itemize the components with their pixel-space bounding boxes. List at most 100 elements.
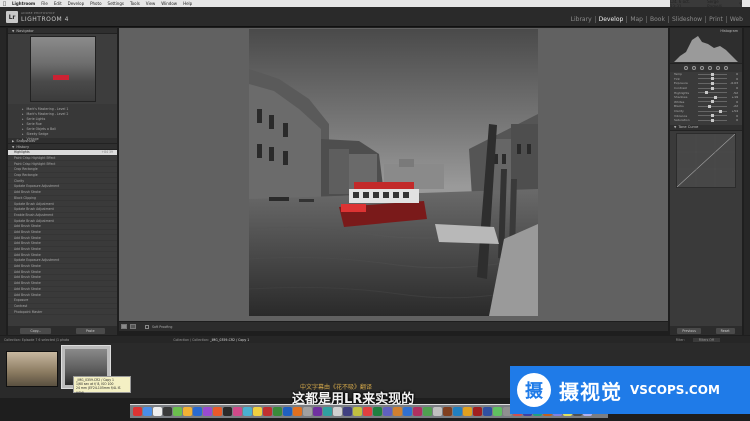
- slider-value[interactable]: 0: [729, 77, 738, 81]
- slider-track[interactable]: [698, 86, 727, 90]
- module-slideshow[interactable]: Slideshow: [667, 16, 705, 23]
- dock-app-icon[interactable]: [373, 407, 382, 416]
- tone-curve-header[interactable]: ▼ Tone Curve: [670, 124, 742, 131]
- menu-app[interactable]: Lightroom: [12, 1, 35, 6]
- copy-button[interactable]: Copy...: [20, 327, 52, 334]
- red-eye-icon[interactable]: [700, 66, 704, 70]
- slider-track[interactable]: [698, 77, 727, 81]
- slider-value[interactable]: -52: [729, 91, 738, 95]
- right-panel-toggle[interactable]: [744, 28, 750, 335]
- dock-app-icon[interactable]: [203, 407, 212, 416]
- slider-knob[interactable]: [711, 86, 714, 90]
- slider-knob[interactable]: [713, 95, 717, 99]
- previous-button[interactable]: Previous: [677, 327, 701, 334]
- slider-value[interactable]: +54: [729, 109, 738, 113]
- histogram[interactable]: Histogram: [670, 28, 742, 64]
- module-web[interactable]: Web: [725, 16, 746, 23]
- dock-app-icon[interactable]: [323, 407, 332, 416]
- dock-app-icon[interactable]: [193, 407, 202, 416]
- filmstrip-thumb-1[interactable]: [6, 351, 58, 387]
- menu-settings[interactable]: Settings: [108, 1, 124, 6]
- spot-removal-icon[interactable]: [692, 66, 696, 70]
- before-after-icon[interactable]: [130, 324, 136, 329]
- slider-value[interactable]: -0.03: [729, 81, 738, 85]
- dock-app-icon[interactable]: [353, 407, 362, 416]
- menu-file[interactable]: File: [41, 1, 48, 6]
- filmstrip-breadcrumb[interactable]: Collection / Collection: _IMG_0359-CR2 /…: [173, 338, 249, 342]
- slider-track[interactable]: [698, 118, 727, 122]
- menu-window[interactable]: Window: [161, 1, 177, 6]
- dock-app-icon[interactable]: [363, 407, 372, 416]
- dock-app-icon[interactable]: [313, 407, 322, 416]
- dock-app-icon[interactable]: [273, 407, 282, 416]
- dock-app-icon[interactable]: [383, 407, 392, 416]
- slider-track[interactable]: [698, 100, 727, 104]
- loupe-view-icon[interactable]: [121, 324, 127, 329]
- graduated-filter-icon[interactable]: [708, 66, 712, 70]
- crop-tool-icon[interactable]: [684, 66, 688, 70]
- image-canvas[interactable]: [119, 28, 668, 321]
- slider-track[interactable]: [698, 72, 727, 76]
- dock-app-icon[interactable]: [143, 407, 152, 416]
- slider-value[interactable]: 0: [729, 86, 738, 90]
- slider-knob[interactable]: [719, 109, 723, 113]
- slider-track[interactable]: [698, 91, 727, 95]
- module-library[interactable]: Library: [568, 16, 595, 23]
- slider-knob[interactable]: [708, 104, 712, 108]
- slider-value[interactable]: 0: [729, 100, 738, 104]
- dock-app-icon[interactable]: [263, 407, 272, 416]
- menu-view[interactable]: View: [146, 1, 156, 6]
- slider-knob[interactable]: [711, 114, 714, 118]
- dock-app-icon[interactable]: [403, 407, 412, 416]
- slider-knob[interactable]: [705, 91, 709, 95]
- dock-app-icon[interactable]: [433, 407, 442, 416]
- venice-photo[interactable]: [249, 29, 538, 316]
- dock-app-icon[interactable]: [133, 407, 142, 416]
- dock-app-icon[interactable]: [423, 407, 432, 416]
- dock-app-icon[interactable]: [343, 407, 352, 416]
- radial-filter-icon[interactable]: [716, 66, 720, 70]
- dock-app-icon[interactable]: [453, 407, 462, 416]
- left-panel-toggle[interactable]: [0, 28, 6, 335]
- dock-app-icon[interactable]: [253, 407, 262, 416]
- dock-app-icon[interactable]: [473, 407, 482, 416]
- filter-select[interactable]: Filters Off: [692, 337, 720, 342]
- module-map[interactable]: Map: [626, 16, 646, 23]
- dock-app-icon[interactable]: [493, 407, 502, 416]
- reset-button[interactable]: Reset: [715, 327, 735, 334]
- soft-proofing-checkbox[interactable]: [145, 324, 149, 329]
- dock-app-icon[interactable]: [173, 407, 182, 416]
- slider-value[interactable]: -22: [729, 104, 738, 108]
- menu-tools[interactable]: Tools: [130, 1, 140, 6]
- slider-knob[interactable]: [711, 81, 714, 85]
- navigator-preview[interactable]: [8, 34, 117, 104]
- slider-knob[interactable]: [711, 118, 714, 122]
- menu-photo[interactable]: Photo: [90, 1, 101, 6]
- dock-app-icon[interactable]: [243, 407, 252, 416]
- slider-track[interactable]: [698, 81, 727, 85]
- history-item[interactable]: Photopoint Master: [8, 309, 117, 315]
- dock-app-icon[interactable]: [443, 407, 452, 416]
- dock-app-icon[interactable]: [413, 407, 422, 416]
- slider-value[interactable]: +19: [729, 95, 738, 99]
- dock-app-icon[interactable]: [183, 407, 192, 416]
- slider-knob[interactable]: [711, 77, 714, 81]
- slider-track[interactable]: [698, 104, 727, 108]
- module-develop[interactable]: Develop: [594, 16, 627, 23]
- paste-button[interactable]: Paste: [75, 327, 105, 334]
- module-book[interactable]: Book: [646, 16, 668, 23]
- dock-app-icon[interactable]: [153, 407, 162, 416]
- dock-app-icon[interactable]: [163, 407, 172, 416]
- dock-app-icon[interactable]: [283, 407, 292, 416]
- slider-value[interactable]: 0: [729, 72, 738, 76]
- slider-value[interactable]: 0: [729, 114, 738, 118]
- slider-knob[interactable]: [711, 100, 714, 104]
- dock-app-icon[interactable]: [303, 407, 312, 416]
- dock-app-icon[interactable]: [393, 407, 402, 416]
- slider-knob[interactable]: [711, 72, 714, 76]
- menu-help[interactable]: Help: [183, 1, 192, 6]
- slider-track[interactable]: [698, 95, 727, 99]
- slider-track[interactable]: [698, 114, 727, 118]
- dock-app-icon[interactable]: [223, 407, 232, 416]
- menu-develop[interactable]: Develop: [68, 1, 84, 6]
